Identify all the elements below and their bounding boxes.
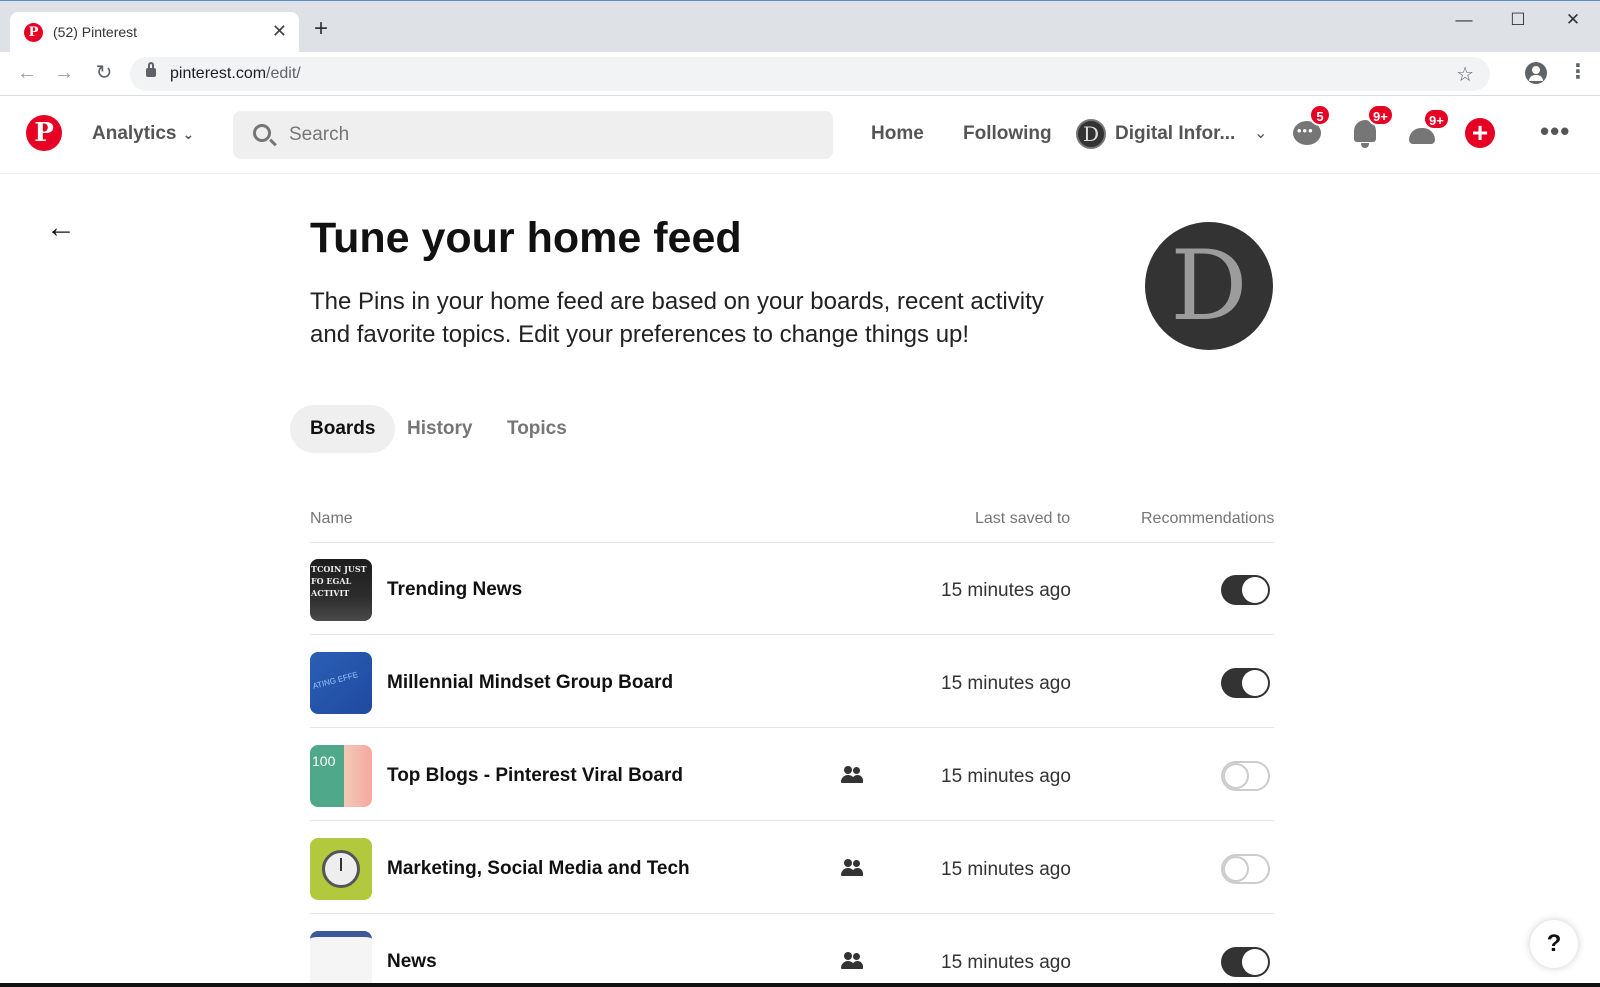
analytics-label: Analytics — [92, 123, 177, 144]
profile-avatar: D — [1145, 222, 1273, 350]
reload-icon[interactable]: ↻ — [92, 61, 116, 85]
page-description: The Pins in your home feed are based on … — [310, 288, 1044, 348]
browser-tab[interactable]: P (52) Pinterest ✕ — [10, 12, 299, 53]
recommendations-toggle[interactable] — [1221, 761, 1270, 791]
account-name[interactable]: Digital Infor... — [1115, 123, 1235, 145]
window-close-button[interactable]: ✕ — [1558, 9, 1588, 31]
account-chevron-down-icon[interactable]: ⌄ — [1254, 123, 1267, 143]
board-thumbnail[interactable] — [310, 838, 372, 900]
last-saved-time: 15 minutes ago — [941, 952, 1071, 973]
group-board-icon — [840, 858, 864, 878]
board-thumbnail[interactable]: 100 — [310, 745, 372, 807]
updates-badge: 9+ — [1423, 108, 1450, 130]
address-bar[interactable]: pinterest.com/edit/ ☆ — [130, 57, 1490, 91]
screen-bottom-edge — [0, 983, 1600, 987]
toggle-knob — [1223, 856, 1249, 882]
notifications-button[interactable]: 9+ — [1350, 104, 1394, 148]
profile-icon[interactable] — [1525, 62, 1547, 84]
board-row: TCOIN JUST FO EGAL ACTIVIT Trending News… — [310, 543, 1274, 635]
board-name[interactable]: News — [387, 951, 437, 973]
bookmark-star-icon[interactable]: ☆ — [1456, 62, 1474, 87]
thumbnail-text: TCOIN JUST FO EGAL ACTIVIT — [311, 564, 367, 598]
window-minimize-button[interactable]: — — [1449, 9, 1479, 31]
notifications-badge: 9+ — [1367, 104, 1394, 126]
group-board-icon — [840, 951, 864, 971]
forward-arrow-icon[interactable]: → — [52, 61, 76, 85]
toggle-knob — [1242, 670, 1268, 696]
url-host: pinterest.com — [170, 65, 267, 82]
search-bar[interactable] — [233, 111, 833, 159]
last-saved-time: 15 minutes ago — [941, 766, 1071, 787]
url-text[interactable]: pinterest.com/edit/ — [170, 65, 301, 83]
toggle-knob — [1242, 949, 1268, 975]
messages-button[interactable]: 5 — [1293, 104, 1331, 148]
recommendations-toggle[interactable] — [1221, 947, 1270, 977]
recommendations-toggle[interactable] — [1221, 575, 1270, 605]
tab-boards[interactable]: Boards — [290, 405, 396, 453]
tab-close-icon[interactable]: ✕ — [272, 21, 287, 41]
board-name[interactable]: Millennial Mindset Group Board — [387, 672, 673, 694]
pinterest-header: P Analytics ⌄ Home Following D Digital In… — [0, 96, 1600, 174]
board-row: News 15 minutes ago — [310, 915, 1274, 987]
board-name[interactable]: Top Blogs - Pinterest Viral Board — [387, 765, 683, 787]
board-thumbnail[interactable]: TCOIN JUST FO EGAL ACTIVIT — [310, 559, 372, 621]
new-tab-button[interactable]: + — [314, 17, 328, 41]
group-board-icon — [840, 765, 864, 785]
last-saved-time: 15 minutes ago — [941, 580, 1071, 601]
column-header-last-saved: Last saved to — [975, 510, 1071, 527]
column-header-recommendations: Recommendations — [1141, 510, 1275, 527]
board-row: ATING EFFE Millennial Mindset Group Boar… — [310, 636, 1274, 728]
megaphone-icon — [1409, 128, 1435, 144]
board-row: 100 Top Blogs - Pinterest Viral Board 15… — [310, 729, 1274, 821]
search-input[interactable] — [289, 121, 809, 149]
search-icon — [253, 124, 271, 142]
back-arrow-icon[interactable]: ← — [15, 61, 39, 85]
browser-menu-icon[interactable]: ⋮ — [1568, 60, 1588, 84]
help-button[interactable]: ? — [1530, 920, 1578, 968]
url-path: /edit/ — [266, 65, 301, 82]
toggle-knob — [1223, 763, 1249, 789]
thumbnail-text: ATING EFFE — [311, 670, 359, 691]
thumbnail-text: 100 — [312, 753, 336, 769]
account-avatar[interactable]: D — [1076, 119, 1106, 149]
tab-topics[interactable]: Topics — [487, 405, 587, 453]
add-pin-button[interactable]: + — [1465, 118, 1495, 148]
board-name[interactable]: Trending News — [387, 579, 522, 601]
browser-toolbar: ← → ↻ pinterest.com/edit/ ☆ ⋮ — [0, 52, 1600, 96]
pinterest-favicon-icon: P — [24, 23, 43, 42]
more-options-icon[interactable]: ••• — [1540, 116, 1570, 147]
recommendations-toggle[interactable] — [1221, 668, 1270, 698]
clock-icon — [322, 850, 360, 888]
recommendations-toggle[interactable] — [1221, 854, 1270, 884]
last-saved-time: 15 minutes ago — [941, 673, 1071, 694]
pinterest-logo-icon[interactable]: P — [26, 115, 62, 151]
window-maximize-button[interactable]: ☐ — [1503, 9, 1533, 31]
nav-home-link[interactable]: Home — [871, 123, 924, 145]
board-thumbnail[interactable] — [310, 931, 372, 987]
column-header-name: Name — [310, 510, 353, 527]
analytics-menu[interactable]: Analytics ⌄ — [92, 123, 194, 145]
board-name[interactable]: Marketing, Social Media and Tech — [387, 858, 690, 880]
page-title: Tune your home feed — [310, 214, 742, 262]
tab-history[interactable]: History — [387, 405, 492, 453]
board-thumbnail[interactable]: ATING EFFE — [310, 652, 372, 714]
back-arrow-icon[interactable]: ← — [46, 210, 76, 246]
tab-title: (52) Pinterest — [53, 24, 138, 40]
messages-badge: 5 — [1309, 104, 1331, 126]
toggle-knob — [1242, 577, 1268, 603]
nav-following-link[interactable]: Following — [963, 123, 1052, 145]
chevron-down-icon: ⌄ — [182, 126, 195, 142]
updates-button[interactable]: 9+ — [1407, 108, 1450, 148]
board-row: Marketing, Social Media and Tech 15 minu… — [310, 822, 1274, 914]
browser-titlebar: P (52) Pinterest ✕ + — ☐ ✕ — [0, 0, 1600, 53]
lock-icon — [146, 62, 156, 77]
last-saved-time: 15 minutes ago — [941, 859, 1071, 880]
